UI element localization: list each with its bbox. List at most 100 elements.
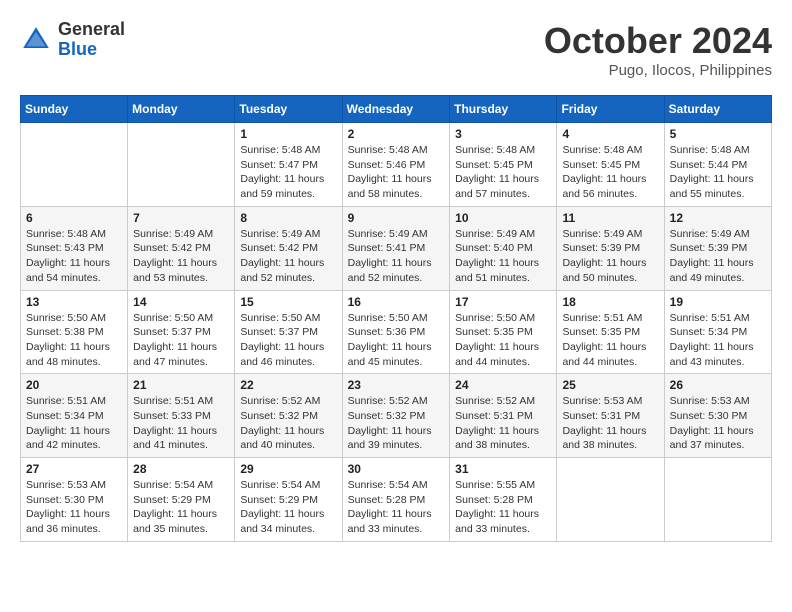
day-info: Sunrise: 5:50 AM Sunset: 5:36 PM Dayligh… — [348, 311, 445, 370]
calendar-cell: 8 Sunrise: 5:49 AM Sunset: 5:42 PM Daylig… — [235, 206, 342, 290]
day-number: 27 — [26, 462, 122, 476]
calendar-cell: 18 Sunrise: 5:51 AM Sunset: 5:35 PM Dayli… — [557, 290, 664, 374]
calendar-cell: 3Sunrise: 5:48 AM Sunset: 5:45 PM Daylig… — [450, 123, 557, 207]
day-number: 23 — [348, 378, 445, 392]
weekday-header-monday: Monday — [128, 96, 235, 123]
day-info: Sunrise: 5:48 AM Sunset: 5:44 PM Dayligh… — [670, 143, 766, 202]
calendar-body: 1 Sunrise: 5:48 AM Sunset: 5:47 PM Daylig… — [21, 123, 772, 542]
day-number: 19 — [670, 295, 766, 309]
day-number: 4 — [562, 127, 658, 141]
calendar-cell: 29Sunrise: 5:54 AM Sunset: 5:29 PM Dayli… — [235, 458, 342, 542]
day-number: 7 — [133, 211, 229, 225]
day-number: 20 — [26, 378, 122, 392]
weekday-header-tuesday: Tuesday — [235, 96, 342, 123]
calendar-cell: 17 Sunrise: 5:50 AM Sunset: 5:35 PM Dayli… — [450, 290, 557, 374]
day-info: Sunrise: 5:55 AM Sunset: 5:28 PM Dayligh… — [455, 478, 551, 537]
calendar-header: SundayMondayTuesdayWednesdayThursdayFrid… — [21, 96, 772, 123]
week-row-2: 13 Sunrise: 5:50 AM Sunset: 5:38 PM Dayli… — [21, 290, 772, 374]
calendar-cell: 1 Sunrise: 5:48 AM Sunset: 5:47 PM Daylig… — [235, 123, 342, 207]
day-info: Sunrise: 5:54 AM Sunset: 5:29 PM Dayligh… — [240, 478, 336, 537]
month-year: October 2024 — [544, 20, 772, 62]
day-info: Sunrise: 5:49 AM Sunset: 5:40 PM Dayligh… — [455, 227, 551, 286]
day-number: 11 — [562, 211, 658, 225]
week-row-4: 27 Sunrise: 5:53 AM Sunset: 5:30 PM Dayli… — [21, 458, 772, 542]
page-header: General Blue October 2024 Pugo, Ilocos, … — [20, 20, 772, 79]
day-number: 8 — [240, 211, 336, 225]
calendar-cell: 9Sunrise: 5:49 AM Sunset: 5:41 PM Daylig… — [342, 206, 450, 290]
day-number: 28 — [133, 462, 229, 476]
calendar: SundayMondayTuesdayWednesdayThursdayFrid… — [20, 95, 772, 542]
calendar-cell: 27 Sunrise: 5:53 AM Sunset: 5:30 PM Dayli… — [21, 458, 128, 542]
day-number: 16 — [348, 295, 445, 309]
weekday-header-wednesday: Wednesday — [342, 96, 450, 123]
day-info: Sunrise: 5:51 AM Sunset: 5:34 PM Dayligh… — [26, 394, 122, 453]
week-row-3: 20 Sunrise: 5:51 AM Sunset: 5:34 PM Dayli… — [21, 374, 772, 458]
day-number: 18 — [562, 295, 658, 309]
calendar-cell: 13 Sunrise: 5:50 AM Sunset: 5:38 PM Dayli… — [21, 290, 128, 374]
day-number: 21 — [133, 378, 229, 392]
day-info: Sunrise: 5:48 AM Sunset: 5:43 PM Dayligh… — [26, 227, 122, 286]
week-row-1: 6Sunrise: 5:48 AM Sunset: 5:43 PM Daylig… — [21, 206, 772, 290]
calendar-cell: 16 Sunrise: 5:50 AM Sunset: 5:36 PM Dayli… — [342, 290, 450, 374]
calendar-cell: 19 Sunrise: 5:51 AM Sunset: 5:34 PM Dayli… — [664, 290, 771, 374]
calendar-cell: 15Sunrise: 5:50 AM Sunset: 5:37 PM Dayli… — [235, 290, 342, 374]
day-info: Sunrise: 5:50 AM Sunset: 5:35 PM Dayligh… — [455, 311, 551, 370]
weekday-header-thursday: Thursday — [450, 96, 557, 123]
calendar-cell — [557, 458, 664, 542]
calendar-cell: 26 Sunrise: 5:53 AM Sunset: 5:30 PM Dayli… — [664, 374, 771, 458]
day-number: 31 — [455, 462, 551, 476]
calendar-cell: 30 Sunrise: 5:54 AM Sunset: 5:28 PM Dayli… — [342, 458, 450, 542]
day-info: Sunrise: 5:49 AM Sunset: 5:39 PM Dayligh… — [562, 227, 658, 286]
day-info: Sunrise: 5:53 AM Sunset: 5:30 PM Dayligh… — [670, 394, 766, 453]
calendar-cell: 24Sunrise: 5:52 AM Sunset: 5:31 PM Dayli… — [450, 374, 557, 458]
logo: General Blue — [20, 20, 125, 60]
calendar-cell: 5 Sunrise: 5:48 AM Sunset: 5:44 PM Daylig… — [664, 123, 771, 207]
day-info: Sunrise: 5:48 AM Sunset: 5:45 PM Dayligh… — [562, 143, 658, 202]
day-number: 2 — [348, 127, 445, 141]
day-number: 15 — [240, 295, 336, 309]
day-number: 12 — [670, 211, 766, 225]
calendar-cell: 31 Sunrise: 5:55 AM Sunset: 5:28 PM Dayli… — [450, 458, 557, 542]
day-info: Sunrise: 5:51 AM Sunset: 5:35 PM Dayligh… — [562, 311, 658, 370]
title-block: October 2024 Pugo, Ilocos, Philippines — [544, 20, 772, 79]
calendar-cell: 28 Sunrise: 5:54 AM Sunset: 5:29 PM Dayli… — [128, 458, 235, 542]
day-number: 9 — [348, 211, 445, 225]
logo-general: General — [58, 20, 125, 40]
calendar-cell: 14Sunrise: 5:50 AM Sunset: 5:37 PM Dayli… — [128, 290, 235, 374]
day-info: Sunrise: 5:54 AM Sunset: 5:29 PM Dayligh… — [133, 478, 229, 537]
day-info: Sunrise: 5:49 AM Sunset: 5:42 PM Dayligh… — [240, 227, 336, 286]
day-info: Sunrise: 5:50 AM Sunset: 5:38 PM Dayligh… — [26, 311, 122, 370]
calendar-cell: 2 Sunrise: 5:48 AM Sunset: 5:46 PM Daylig… — [342, 123, 450, 207]
day-info: Sunrise: 5:52 AM Sunset: 5:31 PM Dayligh… — [455, 394, 551, 453]
day-number: 26 — [670, 378, 766, 392]
calendar-cell — [128, 123, 235, 207]
weekday-header-saturday: Saturday — [664, 96, 771, 123]
day-number: 1 — [240, 127, 336, 141]
location: Pugo, Ilocos, Philippines — [544, 62, 772, 79]
day-info: Sunrise: 5:48 AM Sunset: 5:47 PM Dayligh… — [240, 143, 336, 202]
day-number: 22 — [240, 378, 336, 392]
day-number: 13 — [26, 295, 122, 309]
calendar-cell — [664, 458, 771, 542]
day-number: 30 — [348, 462, 445, 476]
weekday-header-sunday: Sunday — [21, 96, 128, 123]
day-info: Sunrise: 5:53 AM Sunset: 5:30 PM Dayligh… — [26, 478, 122, 537]
calendar-cell: 6Sunrise: 5:48 AM Sunset: 5:43 PM Daylig… — [21, 206, 128, 290]
logo-blue: Blue — [58, 40, 125, 60]
day-info: Sunrise: 5:52 AM Sunset: 5:32 PM Dayligh… — [240, 394, 336, 453]
calendar-cell: 22 Sunrise: 5:52 AM Sunset: 5:32 PM Dayli… — [235, 374, 342, 458]
day-number: 3 — [455, 127, 551, 141]
day-number: 14 — [133, 295, 229, 309]
day-info: Sunrise: 5:51 AM Sunset: 5:33 PM Dayligh… — [133, 394, 229, 453]
day-info: Sunrise: 5:53 AM Sunset: 5:31 PM Dayligh… — [562, 394, 658, 453]
day-info: Sunrise: 5:51 AM Sunset: 5:34 PM Dayligh… — [670, 311, 766, 370]
day-number: 10 — [455, 211, 551, 225]
day-info: Sunrise: 5:54 AM Sunset: 5:28 PM Dayligh… — [348, 478, 445, 537]
day-info: Sunrise: 5:48 AM Sunset: 5:46 PM Dayligh… — [348, 143, 445, 202]
calendar-cell: 11 Sunrise: 5:49 AM Sunset: 5:39 PM Dayli… — [557, 206, 664, 290]
day-number: 17 — [455, 295, 551, 309]
day-info: Sunrise: 5:49 AM Sunset: 5:42 PM Dayligh… — [133, 227, 229, 286]
day-number: 5 — [670, 127, 766, 141]
calendar-cell: 7 Sunrise: 5:49 AM Sunset: 5:42 PM Daylig… — [128, 206, 235, 290]
calendar-cell: 4 Sunrise: 5:48 AM Sunset: 5:45 PM Daylig… — [557, 123, 664, 207]
